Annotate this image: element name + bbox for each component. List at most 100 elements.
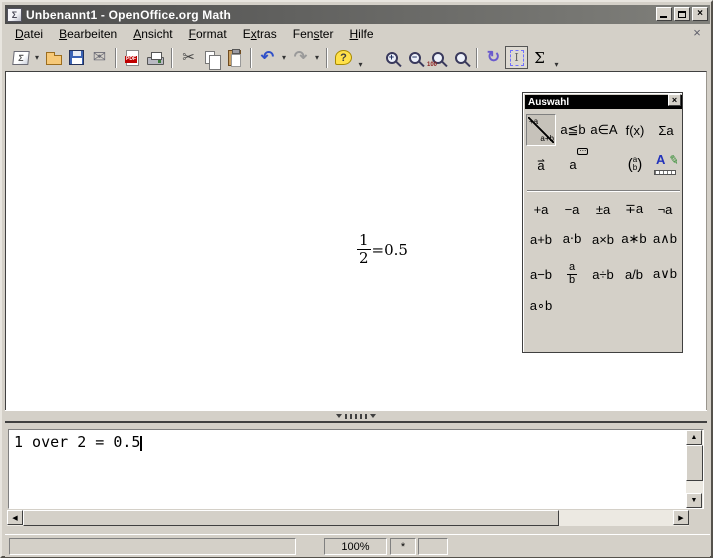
redo-dropdown[interactable]: ▾ — [312, 46, 322, 69]
paste-button[interactable] — [223, 46, 246, 69]
open-button[interactable] — [42, 46, 65, 69]
close-button[interactable]: × — [692, 7, 708, 21]
category-others[interactable]: a ⋯ — [558, 148, 588, 180]
command-text-area[interactable]: 1 over 2 = 0.5 ▲ ▼ — [8, 429, 704, 509]
misc-base: a — [569, 157, 576, 172]
scissors-icon: ✂ — [182, 50, 195, 65]
symbol-minus-a[interactable]: −a — [557, 196, 587, 222]
new-dropdown[interactable]: ▾ — [32, 46, 42, 69]
unary-binary-icon: +a a+b — [528, 117, 554, 143]
zoom-out-button[interactable]: − — [403, 46, 426, 69]
export-pdf-button[interactable]: PDF — [121, 46, 144, 69]
vector-a-icon: ⇀ a — [537, 159, 545, 170]
category-relations[interactable]: a≦b — [558, 114, 588, 146]
zoom-all-button[interactable] — [449, 46, 472, 69]
category-functions[interactable]: f(x) — [620, 114, 650, 146]
zoom-100-button[interactable]: 100 — [426, 46, 449, 69]
scroll-down-button[interactable]: ▼ — [686, 493, 702, 508]
maximize-button[interactable] — [674, 7, 690, 21]
toolbar-options-button-2[interactable]: ▾ — [551, 47, 562, 69]
symbol-neg-a[interactable]: ¬a — [650, 196, 680, 222]
symbols-button[interactable]: Σ — [528, 46, 551, 69]
fraction-icon: a b — [567, 262, 577, 286]
symbol-a-cdot-b[interactable]: a⋅b — [557, 226, 587, 252]
toolbar-options-button[interactable]: ▾ — [355, 47, 366, 69]
menu-fenster[interactable]: Fenster — [285, 25, 342, 43]
horizontal-scroll-thumb[interactable] — [23, 510, 559, 526]
redo-button[interactable]: ↷ — [289, 46, 312, 69]
symbol-a-slash-b[interactable]: a/b — [619, 258, 649, 290]
palette-separator — [527, 190, 680, 192]
scroll-left-button[interactable]: ◀ — [7, 510, 23, 525]
menu-hilfe[interactable]: Hilfe — [341, 25, 381, 43]
zoom-in-magnifier-icon: + — [386, 52, 398, 64]
window-title: Unbenannt1 - OpenOffice.org Math — [26, 8, 231, 22]
palette-close-button[interactable]: × — [668, 94, 681, 106]
category-attributes[interactable]: ⇀ a — [526, 148, 556, 180]
formula-cursor-toggle[interactable]: I — [505, 46, 528, 69]
symbol-minusplus-a[interactable]: ∓a — [619, 196, 649, 222]
splitter-grip[interactable] — [336, 414, 376, 419]
symbol-plus-a[interactable]: +a — [526, 196, 556, 222]
document-close-button[interactable]: × — [690, 26, 704, 40]
binary-label: a+b — [540, 134, 554, 143]
symbol-a-plus-b[interactable]: a+b — [526, 226, 556, 252]
horizontal-scrollbar[interactable]: ◀ ▶ — [7, 510, 689, 526]
scroll-up-button[interactable]: ▲ — [686, 430, 702, 445]
category-formats[interactable]: A ✎ — [651, 148, 681, 180]
status-zoom-panel[interactable]: 100% — [324, 538, 387, 555]
symbol-a-div-b[interactable]: a÷b — [588, 258, 618, 290]
menu-bearbeiten[interactable]: Bearbeiten — [51, 25, 125, 43]
vertical-scroll-thumb[interactable] — [686, 445, 703, 481]
scroll-right-button[interactable]: ▶ — [673, 510, 689, 525]
misc-bubble-icon: a ⋯ — [569, 157, 576, 172]
clipboard-icon — [228, 50, 241, 66]
email-button[interactable]: ✉ — [88, 46, 111, 69]
save-button[interactable] — [65, 46, 88, 69]
grip-bar — [355, 414, 357, 419]
new-button[interactable]: Σ — [9, 46, 32, 69]
show-all-magnifier-icon — [455, 52, 467, 64]
close-icon: × — [697, 9, 703, 19]
symbol-a-minus-b[interactable]: a−b — [526, 258, 556, 290]
palette-title-bar[interactable]: Auswahl — [525, 95, 682, 109]
pencil-icon: ✎ — [668, 152, 680, 168]
copy-button[interactable] — [200, 46, 223, 69]
toolbar-separator — [326, 48, 328, 68]
save-floppy-icon — [69, 50, 84, 65]
functions-icon: f(x) — [626, 123, 645, 138]
undo-button[interactable]: ↶ — [256, 46, 279, 69]
symbol-a-or-b[interactable]: a∨b — [650, 258, 680, 290]
menu-extras[interactable]: Extras — [235, 25, 285, 43]
auswahl-palette: Auswahl × +a a+b a≦b a∈A f(x) Σa ⇀ a a ⋯ — [522, 92, 683, 353]
symbol-a-and-b[interactable]: a∧b — [650, 226, 680, 252]
help-button[interactable]: ? — [332, 46, 355, 69]
menu-ansicht[interactable]: Ansicht — [125, 25, 180, 43]
cut-button[interactable]: ✂ — [177, 46, 200, 69]
undo-dropdown[interactable]: ▾ — [279, 46, 289, 69]
zoom-in-button[interactable]: + — [380, 46, 403, 69]
minimize-button[interactable] — [656, 7, 672, 21]
symbol-a-times-b[interactable]: a×b — [588, 226, 618, 252]
command-line: 1 over 2 = 0.5 — [9, 430, 703, 451]
grip-triangle-icon — [370, 414, 376, 418]
minus-sign: − — [412, 53, 417, 62]
window-splitter[interactable] — [5, 410, 707, 421]
symbol-plusminus-a[interactable]: ±a — [588, 196, 618, 222]
symbol-a-over-b[interactable]: a b — [557, 258, 587, 290]
title-bar[interactable]: Σ Unbenannt1 - OpenOffice.org Math × — [5, 5, 710, 24]
vertical-scrollbar[interactable]: ▲ ▼ — [686, 430, 703, 508]
menu-format[interactable]: Format — [181, 25, 235, 43]
print-button[interactable] — [144, 46, 167, 69]
symbol-a-ast-b[interactable]: a∗b — [619, 226, 649, 252]
menu-datei[interactable]: Datei — [7, 25, 51, 43]
category-set-operations[interactable]: a∈A — [589, 114, 619, 146]
category-operators[interactable]: Σa — [651, 114, 681, 146]
pdf-document-icon: PDF — [126, 50, 139, 66]
update-button[interactable]: ↻ — [482, 46, 505, 69]
category-brackets[interactable]: ( a b ) — [620, 148, 650, 180]
grip-triangle-icon — [336, 414, 342, 418]
symbol-a-circ-b[interactable]: a∘b — [526, 293, 556, 319]
menu-bar: Datei Bearbeiten Ansicht Format Extras F… — [5, 24, 710, 44]
category-unary-binary-operators[interactable]: +a a+b — [526, 114, 556, 146]
